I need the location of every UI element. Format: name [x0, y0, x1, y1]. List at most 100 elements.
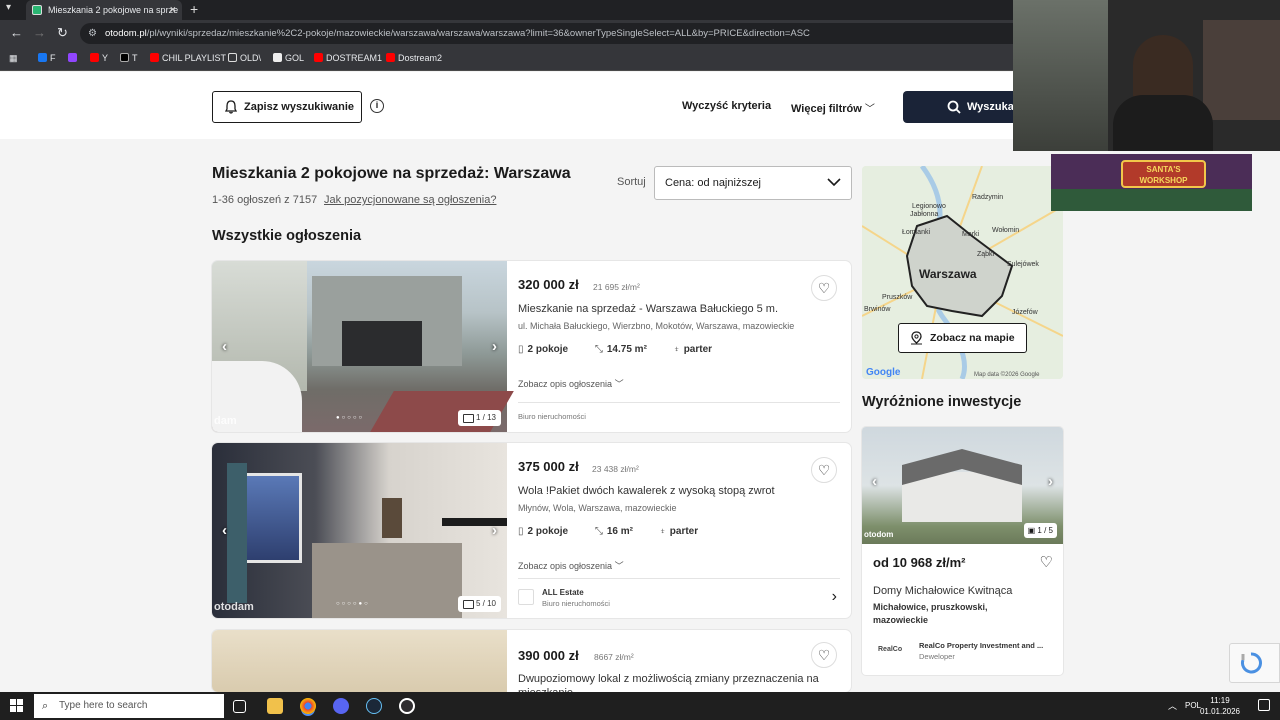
svg-text:Brwinów: Brwinów [864, 306, 891, 313]
webcam-overlay [1013, 0, 1280, 151]
listing-title[interactable]: Dwupoziomowy lokal z możliwością zmiany … [518, 672, 838, 692]
bookmark-dostream2[interactable]: Dostream2 [386, 53, 442, 63]
divider [518, 402, 840, 403]
show-on-map-label: Zobacz na mapie [930, 332, 1015, 344]
browser-tab[interactable]: Mieszkania 2 pokojowe na sprze × [26, 0, 182, 20]
listing-title[interactable]: Mieszkanie na sprzedaż - Warszawa Bałuck… [518, 303, 778, 315]
task-view-icon[interactable] [233, 700, 246, 713]
taskbar-search-field[interactable]: ⌕ Type here to search [34, 694, 224, 718]
new-tab-icon[interactable]: + [190, 0, 198, 18]
next-photo-icon[interactable]: › [492, 338, 497, 355]
apps-grid-icon[interactable]: ▦ [9, 53, 18, 64]
taskbar-search-placeholder: Type here to search [59, 700, 148, 711]
steam-icon[interactable] [366, 698, 382, 714]
site-info-icon[interactable]: ⚙ [88, 23, 97, 44]
agency-name[interactable]: ALL Estate [542, 588, 584, 597]
price-per-m2: 23 438 zł/m² [592, 464, 639, 474]
bookmark-dostream1[interactable]: DOSTREAM1 [314, 53, 382, 63]
listing-card[interactable]: ‹ › ○○○○●○ otodam 5 / 10 375 000 zł 23 4… [212, 443, 851, 618]
svg-text:Radzymin: Radzymin [972, 194, 1003, 201]
sort-label: Sortuj [617, 176, 646, 188]
clock-date: 01.01.2026 [1199, 707, 1240, 716]
bookmark-gol[interactable]: GOL [273, 53, 304, 63]
developer-logo: RealCo [878, 646, 903, 653]
next-photo-icon[interactable]: › [492, 522, 497, 539]
search-icon: ⌕ [42, 700, 49, 712]
map-pin-icon [911, 331, 922, 345]
file-explorer-icon[interactable] [267, 698, 283, 714]
developer-name[interactable]: RealCo Property Investment and ... [919, 641, 1043, 650]
previous-photo-icon[interactable]: ‹ [872, 473, 877, 490]
recaptcha-badge[interactable] [1229, 643, 1280, 683]
listing-photo[interactable]: ‹ › ●○○○○ dam 1 / 13 [212, 261, 514, 432]
tab-list-icon[interactable]: ▾ [6, 2, 11, 13]
rooms-icon: ▯ [518, 526, 524, 537]
bookmark-chil-playlist[interactable]: CHIL PLAYLIST [150, 53, 226, 63]
chrome-icon[interactable] [300, 698, 316, 714]
svg-text:Józefów: Józefów [1012, 309, 1039, 316]
divider [518, 578, 840, 579]
clear-criteria-button[interactable]: Wyczyść kryteria [682, 100, 771, 112]
sort-dropdown[interactable]: Cena: od najniższej [654, 166, 852, 200]
photo-dots: ○○○○●○ [336, 601, 370, 607]
notifications-icon[interactable] [1258, 699, 1270, 711]
floor-icon: ⍖ [659, 526, 666, 537]
svg-text:Jabłonna: Jabłonna [910, 211, 939, 218]
search-button[interactable]: Wyszukaj [903, 91, 1023, 123]
svg-text:Legionowo: Legionowo [912, 203, 946, 210]
chevron-right-icon[interactable]: › [832, 588, 837, 606]
show-on-map-button[interactable]: Zobacz na mapie [898, 323, 1027, 353]
show-description-toggle[interactable]: Zobacz opis ogłoszenia ﹀ [518, 559, 624, 572]
save-search-label: Zapisz wyszukiwanie [244, 101, 355, 113]
previous-photo-icon[interactable]: ‹ [222, 522, 227, 539]
tray-chevron-up-icon[interactable]: ︿ [1168, 699, 1177, 712]
favorite-heart-icon[interactable]: ♡ [811, 457, 837, 483]
show-description-toggle[interactable]: Zobacz opis ogłoszenia ﹀ [518, 377, 624, 390]
listing-photo[interactable] [212, 630, 507, 692]
bookmark-f[interactable]: F [38, 53, 56, 63]
investment-name[interactable]: Domy Michałowice Kwitnąca [873, 585, 1012, 597]
search-icon [947, 100, 961, 114]
tab-title: Mieszkania 2 pokojowe na sprze [48, 5, 179, 15]
photo-count: 5 / 10 [457, 596, 501, 612]
more-filters-button[interactable]: Więcej filtrów ﹀ [791, 100, 875, 115]
bookmark-old-folder[interactable]: OLD\ [228, 53, 261, 63]
listing-card[interactable]: 390 000 zł 8667 zł/m² ♡ Dwupoziomowy lok… [212, 630, 851, 692]
clock[interactable]: 11:19 01.01.2026 [1200, 695, 1240, 717]
listing-title[interactable]: Wola !Pakiet dwóch kawalerek z wysoką st… [518, 485, 775, 497]
listing-card[interactable]: ‹ › ●○○○○ dam 1 / 13 320 000 zł 21 695 z… [212, 261, 851, 432]
stream-banner-title: SANTA'S WORKSHOP [1121, 160, 1206, 188]
language-indicator[interactable]: POL [1185, 701, 1201, 710]
investment-photo[interactable]: ‹ › otodom ▣ 1 / 5 [862, 427, 1063, 544]
obs-icon[interactable] [399, 698, 415, 714]
close-tab-icon[interactable]: × [170, 0, 176, 20]
chevron-down-icon [827, 178, 841, 187]
previous-photo-icon[interactable]: ‹ [222, 338, 227, 355]
listing-price: 320 000 zł [518, 277, 579, 292]
url-host: otodom.pl [105, 28, 147, 39]
investment-card[interactable]: ‹ › otodom ▣ 1 / 5 od 10 968 zł/m² ♡ Dom… [862, 427, 1063, 675]
bookmark-y[interactable]: Y [90, 53, 108, 63]
discord-icon[interactable] [333, 698, 349, 714]
windows-start-icon[interactable] [10, 699, 23, 712]
positioning-info-link[interactable]: Jak pozycjonowane są ogłoszenia? [324, 194, 496, 206]
bookmark-twitch[interactable] [68, 53, 80, 63]
all-listings-heading: Wszystkie ogłoszenia [212, 228, 362, 244]
save-search-button[interactable]: Zapisz wyszukiwanie [212, 91, 362, 123]
forward-icon[interactable]: → [33, 25, 46, 40]
photo-dots: ●○○○○ [336, 415, 365, 421]
reload-icon[interactable]: ↻ [57, 25, 68, 41]
favorite-heart-icon[interactable]: ♡ [1040, 553, 1053, 571]
bookmark-t[interactable]: T [120, 53, 138, 63]
agency-type: Biuro nieruchomości [542, 599, 610, 608]
photo-watermark: dam [214, 415, 237, 427]
next-photo-icon[interactable]: › [1048, 473, 1053, 490]
favorite-heart-icon[interactable]: ♡ [811, 642, 837, 668]
info-icon[interactable]: i [370, 99, 384, 113]
listing-photo[interactable]: ‹ › ○○○○●○ otodam 5 / 10 [212, 443, 507, 618]
favorite-heart-icon[interactable]: ♡ [811, 275, 837, 301]
clock-time: 11:19 [1210, 696, 1230, 705]
floor-icon: ⍖ [673, 344, 680, 355]
back-icon[interactable]: ← [10, 25, 23, 40]
agency-logo [518, 589, 534, 605]
